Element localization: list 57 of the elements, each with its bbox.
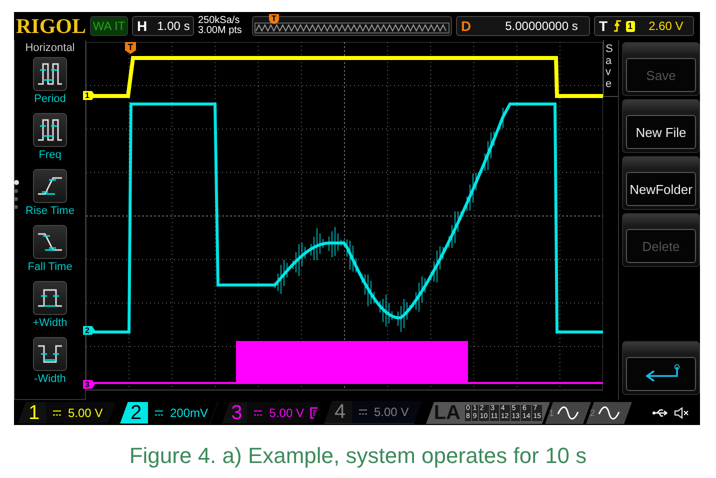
measure-button[interactable] (33, 113, 67, 147)
timebase-value: 1.00 s (157, 19, 190, 33)
channel-scale: 5.00 V (269, 406, 304, 420)
sine-wave-icon (596, 404, 621, 420)
timebase-label: H (136, 18, 148, 34)
channel-scale: 5.00 V (68, 406, 103, 420)
generator-number: 1 (548, 408, 554, 418)
generator-number: 2 (590, 408, 595, 418)
channel-scale: 5.00 V (374, 405, 409, 419)
measure-label: Rise Time (26, 205, 74, 217)
channel-number: 3 (230, 402, 244, 424)
trigger-level: 2.60 V (648, 19, 684, 33)
dc-coupling-icon (154, 408, 164, 416)
dc-coupling-icon (253, 408, 264, 416)
measure-button[interactable] (33, 225, 67, 259)
channel-number: 1 (27, 402, 41, 424)
usb-icon (652, 408, 670, 418)
measure-button[interactable] (33, 57, 67, 91)
measure-label: +Width (32, 317, 68, 329)
sine-wave-icon (556, 404, 580, 420)
trigger-source: 1 (626, 20, 635, 32)
measure-label: Period (34, 93, 66, 105)
measure-label: Freq (38, 149, 62, 161)
softkey-button[interactable]: New File (626, 115, 696, 149)
dc-coupling-icon (52, 408, 62, 416)
measure-button[interactable] (33, 169, 67, 203)
brand-logo: RIGOL (16, 14, 86, 38)
channel-tab[interactable]: 2 200mV (120, 402, 218, 424)
trigger-label: T (598, 18, 608, 34)
measure-label: -Width (34, 373, 66, 385)
softkey-button[interactable]: NewFolder (626, 172, 696, 206)
channel-tab[interactable]: 3 5.00 V (222, 402, 320, 424)
logic-label: LA (434, 401, 461, 424)
rising-edge-icon (612, 19, 622, 33)
run-status: WA IT (90, 16, 128, 36)
measure-button[interactable] (32, 281, 67, 315)
channel-number: 4 (333, 401, 347, 423)
mute-icon (674, 406, 690, 420)
measure-label: Fall Time (28, 261, 72, 273)
channel-scale: 200mV (170, 406, 208, 420)
channel-tab[interactable]: 4 5.00 V (324, 401, 422, 424)
delay-box[interactable]: D 5.00000000 s (456, 16, 590, 36)
enter-button[interactable] (626, 357, 696, 391)
memory-depth: 3.00M pts (198, 26, 243, 36)
trigger-position-marker: T (269, 14, 279, 24)
dc-coupling-icon (358, 408, 368, 416)
figure-caption: Figure 4. a) Example, system operates for 10 s (129, 443, 587, 468)
measure-button[interactable] (33, 337, 67, 371)
timebase-box[interactable]: H 1.00 s (132, 16, 194, 36)
menu-title: Horizontal (25, 41, 75, 56)
channel-tab[interactable]: 1 5.00 V (18, 402, 116, 424)
channel-number: 2 (129, 402, 143, 424)
menu-tab[interactable]: Save (606, 44, 616, 90)
delay-label: D (460, 18, 472, 34)
delay-value: 5.00000000 s (505, 19, 578, 33)
sample-rate: 250kSa/s (198, 16, 241, 26)
trigger-box[interactable]: T 1 2.60 V (594, 16, 694, 36)
